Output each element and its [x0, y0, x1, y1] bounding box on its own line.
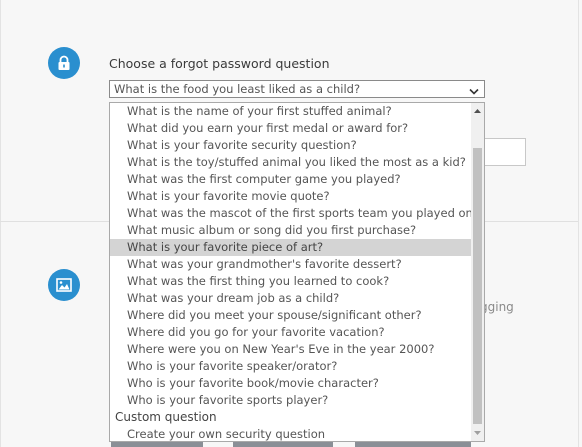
dropdown-option[interactable]: What was the first computer game you pla…: [110, 171, 472, 188]
partial-field-text: gging: [480, 300, 514, 314]
dropdown-option[interactable]: What was your dream job as a child?: [110, 290, 472, 307]
scroll-up-arrow-icon[interactable]: [471, 104, 484, 118]
dropdown-options: What is the name of your first stuffed a…: [110, 103, 479, 441]
dropdown-option[interactable]: What music album or song did you first p…: [110, 222, 472, 239]
custom-question-group-label: Custom question: [115, 410, 217, 424]
dropdown-option[interactable]: What is your favorite movie quote?: [110, 188, 472, 205]
dropdown-option[interactable]: What is the name of your first stuffed a…: [110, 103, 472, 120]
dropdown-option[interactable]: Who is your favorite speaker/orator?: [110, 358, 472, 375]
dropdown-option[interactable]: What did you earn your first medal or aw…: [110, 120, 472, 137]
forgot-password-question-select[interactable]: What is the food you least liked as a ch…: [109, 80, 485, 98]
dropdown-option[interactable]: Who is your favorite book/movie characte…: [110, 375, 472, 392]
dropdown-option[interactable]: What was the mascot of the first sports …: [110, 205, 479, 222]
dropdown-scrollbar[interactable]: [471, 103, 484, 441]
dropdown-option[interactable]: Where did you meet your spouse/significa…: [110, 307, 472, 324]
dropdown-option-custom[interactable]: Create your own security question: [110, 426, 472, 441]
forgot-password-question-label: Choose a forgot password question: [109, 56, 330, 71]
scroll-down-arrow-icon[interactable]: [471, 426, 484, 440]
image-icon: [48, 269, 80, 301]
selected-question-value: What is the food you least liked as a ch…: [114, 82, 361, 96]
dropdown-option[interactable]: What is the toy/stuffed animal you liked…: [110, 154, 472, 171]
dropdown-option[interactable]: What was the first thing you learned to …: [110, 273, 472, 290]
dropdown-option[interactable]: Where did you go for your favorite vacat…: [110, 324, 472, 341]
scrollbar-thumb[interactable]: [473, 148, 482, 424]
dropdown-option[interactable]: What is your favorite security question?: [110, 137, 472, 154]
chevron-down-icon[interactable]: [469, 84, 479, 100]
dropdown-option[interactable]: Who is your favorite sports player?: [110, 392, 472, 409]
page-right-border: [578, 0, 579, 447]
dropdown-option-highlighted[interactable]: What is your favorite piece of art?: [110, 239, 472, 256]
page-left-border: [0, 0, 1, 447]
question-dropdown-list[interactable]: What is the name of your first stuffed a…: [109, 102, 485, 442]
dropdown-option[interactable]: What was your grandmother's favorite des…: [110, 256, 472, 273]
dropdown-option[interactable]: Where were you on New Year's Eve in the …: [110, 341, 472, 358]
lock-icon: [48, 47, 80, 79]
